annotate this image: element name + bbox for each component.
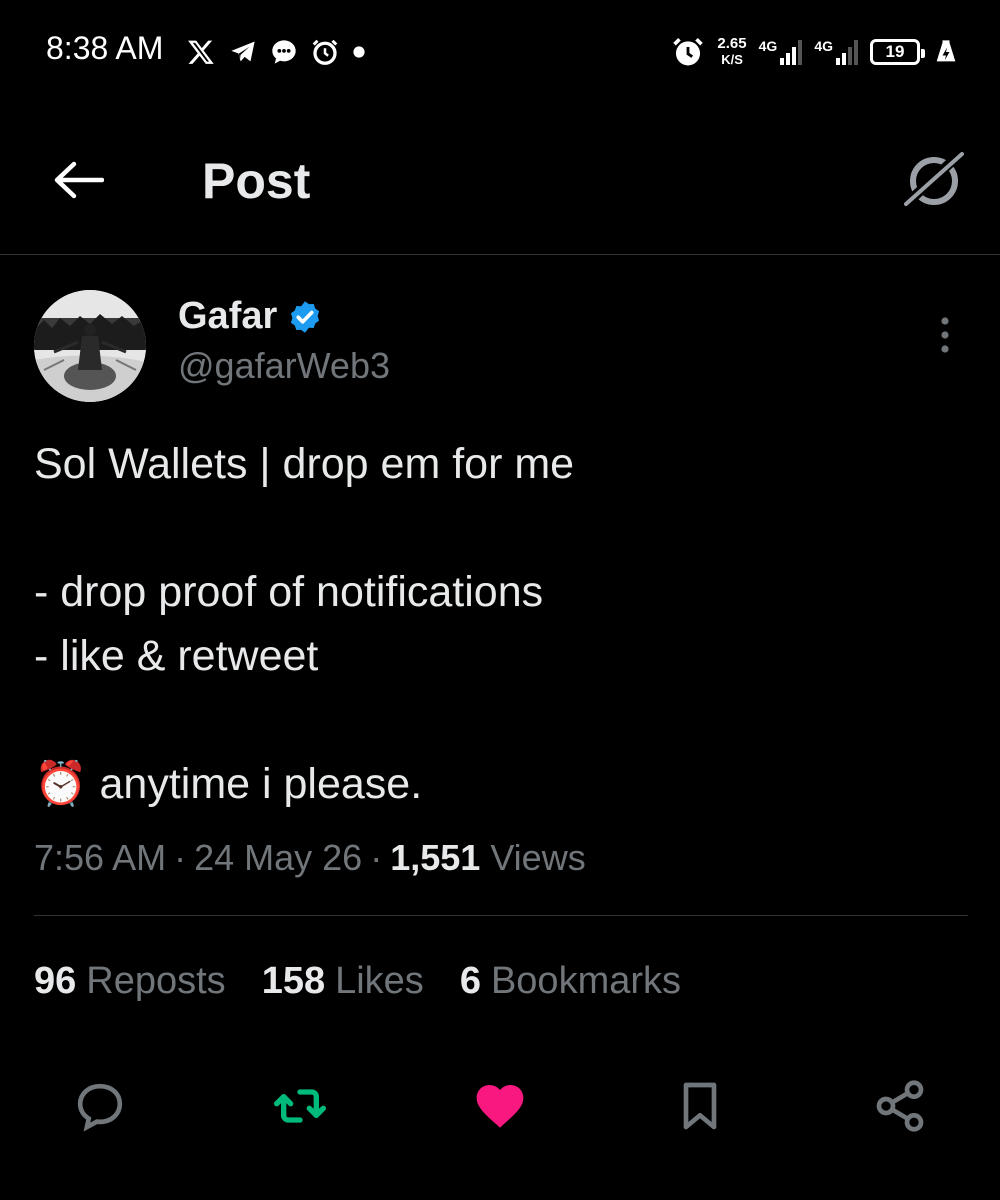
share-icon[interactable] [872, 1078, 928, 1134]
telegram-icon [231, 41, 255, 62]
back-arrow-icon[interactable] [52, 160, 104, 200]
avatar[interactable] [34, 290, 146, 402]
author-name-row[interactable]: Gafar [178, 295, 323, 338]
header-divider [0, 254, 1000, 255]
network-type-2: 4G [814, 38, 833, 54]
likes-label: Likes [335, 960, 424, 1002]
author-name[interactable]: Gafar [178, 295, 277, 338]
battery-level: 19 [885, 42, 905, 61]
battery-saver-icon [936, 40, 956, 62]
tweet-time: 7:56 AM [34, 837, 167, 878]
views-count: 1,551 [390, 837, 481, 878]
speed-unit: K/S [721, 52, 743, 67]
retweet-icon[interactable] [272, 1078, 328, 1134]
stats-divider [34, 915, 968, 916]
grok-icon[interactable] [900, 148, 968, 210]
avatar-image [34, 290, 146, 402]
notification-icons [186, 30, 366, 74]
reposts-label: Reposts [86, 960, 226, 1002]
meta-separator: · [370, 837, 383, 878]
verified-badge-icon [291, 300, 320, 333]
dot-icon [353, 46, 365, 58]
status-time: 8:38 AM [46, 30, 164, 66]
battery-icon: 19 [870, 39, 925, 65]
views-label: Views [490, 837, 586, 878]
alarm-icon [312, 39, 338, 65]
more-options-icon[interactable] [930, 316, 960, 356]
network-type-1: 4G [758, 38, 778, 54]
bookmark-icon[interactable] [672, 1078, 728, 1134]
reposts-stat[interactable]: 96 Reposts [34, 960, 226, 1003]
meta-separator: · [174, 837, 187, 878]
x-logo-icon [188, 40, 214, 64]
reply-icon[interactable] [72, 1078, 128, 1134]
reposts-count: 96 [34, 960, 77, 1002]
views[interactable]: 1,551 Views [390, 837, 586, 879]
like-icon[interactable] [472, 1078, 528, 1134]
alarm-icon [673, 37, 704, 66]
engagement-stats: 96 Reposts 158 Likes 6 Bookmarks [34, 960, 681, 1003]
speed-value: 2.65 [717, 35, 747, 52]
signal-bars-icon [780, 39, 803, 65]
page-title: Post [202, 153, 311, 209]
signal-1: 4G [759, 39, 803, 65]
bookmarks-label: Bookmarks [490, 960, 682, 1002]
signal-2: 4G [814, 39, 858, 65]
bookmarks-count: 6 [459, 960, 481, 1002]
likes-stat[interactable]: 158 Likes [262, 960, 424, 1003]
network-speed: 2.65 K/S [717, 36, 746, 68]
likes-count: 158 [261, 960, 326, 1002]
tweet-text: Sol Wallets | drop em for me - drop proo… [34, 440, 575, 808]
tweet-meta: 7:56 AM · 24 May 26 · 1,551 Views [34, 837, 586, 879]
signal-bars-icon [836, 39, 858, 65]
status-right: 2.65 K/S 4G 4G 19 [671, 28, 960, 76]
tweet-date: 24 May 26 [194, 837, 363, 878]
bookmarks-stat[interactable]: 6 Bookmarks [460, 960, 681, 1003]
author-handle[interactable]: @gafarWeb3 [178, 345, 390, 387]
message-bubble-icon [272, 40, 296, 64]
